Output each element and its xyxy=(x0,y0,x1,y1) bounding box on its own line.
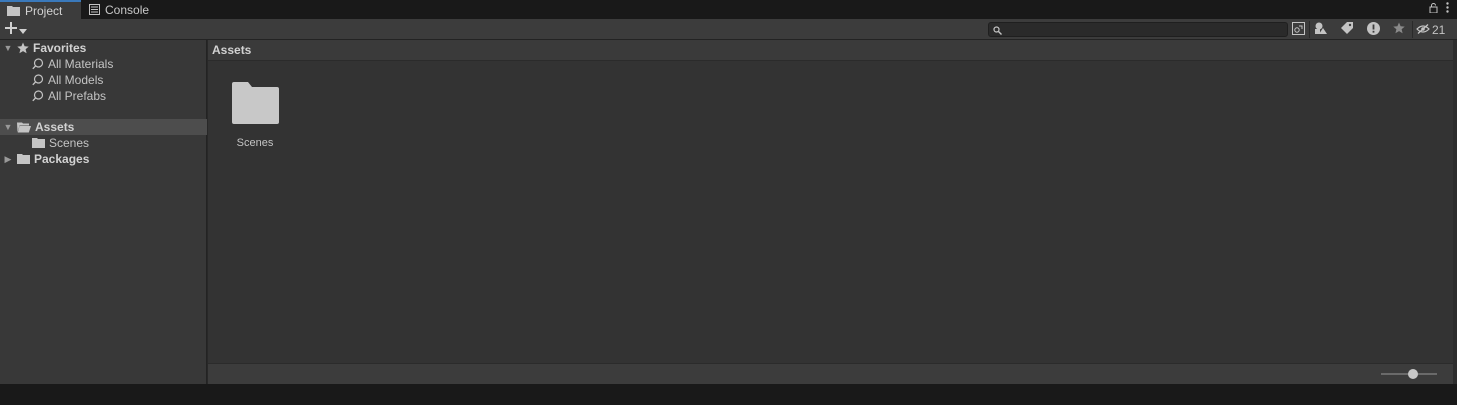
star-icon xyxy=(1393,22,1405,37)
chevron-down-icon xyxy=(19,23,27,37)
collapsed-arrow-icon[interactable]: ▶ xyxy=(3,154,13,165)
expand-arrow-icon[interactable]: ▼ xyxy=(3,122,13,132)
folder-icon xyxy=(32,138,45,148)
asset-name: Scenes xyxy=(236,137,274,149)
folder-icon xyxy=(17,154,30,164)
tree-item-label: Scenes xyxy=(49,136,90,150)
window-controls xyxy=(1429,2,1449,16)
asset-grid-item[interactable]: Scenes xyxy=(226,78,284,154)
filter-by-type-button[interactable] xyxy=(1310,20,1332,39)
asset-browser: Assets Scenes xyxy=(208,40,1457,384)
search-input[interactable] xyxy=(1005,23,1285,36)
tree-item-label: All Models xyxy=(48,73,104,87)
plus-icon xyxy=(5,22,17,37)
warning-icon xyxy=(1366,21,1380,38)
expand-arrow-icon[interactable]: ▼ xyxy=(3,43,13,53)
shapes-icon xyxy=(1314,22,1328,38)
tree-item-label: All Prefabs xyxy=(48,89,107,103)
tree-item-label: Packages xyxy=(34,152,90,166)
tree-item-all-prefabs[interactable]: All Prefabs xyxy=(0,88,207,104)
folder-icon xyxy=(7,5,20,16)
star-icon xyxy=(17,42,29,54)
search-by-scene-button[interactable] xyxy=(1287,20,1309,39)
editor-bottom-bar xyxy=(0,384,1457,405)
project-window: Project Console 21 ▼ Favorites All Mater… xyxy=(0,0,1457,384)
folder-open-icon xyxy=(17,122,31,133)
hidden-packages-count: 21 xyxy=(1432,22,1446,37)
tab-project[interactable]: Project xyxy=(0,0,81,19)
search-icon xyxy=(993,24,1002,38)
search-icon xyxy=(32,74,44,86)
tab-project-label: Project xyxy=(25,3,63,18)
eye-hidden-icon xyxy=(1416,23,1430,37)
folder-icon xyxy=(230,82,280,127)
tree-item-label: Assets xyxy=(35,120,75,134)
filter-by-log-type-button[interactable] xyxy=(1362,20,1384,39)
tree-item-all-materials[interactable]: All Materials xyxy=(0,56,207,72)
create-dropdown-button[interactable] xyxy=(5,21,33,38)
save-search-button[interactable] xyxy=(1388,20,1410,39)
lock-icon[interactable] xyxy=(1429,2,1438,16)
tab-strip: Project Console xyxy=(0,0,1457,19)
scene-search-icon xyxy=(1291,21,1305,38)
icon-size-slider-thumb[interactable] xyxy=(1408,369,1418,379)
breadcrumb-assets[interactable]: Assets xyxy=(212,43,251,57)
status-bar xyxy=(208,363,1453,384)
breadcrumb: Assets xyxy=(208,40,1453,61)
search-field[interactable] xyxy=(988,22,1288,37)
tree-item-favorites[interactable]: ▼ Favorites xyxy=(0,40,207,56)
tree-item-packages[interactable]: ▶ Packages xyxy=(0,151,207,167)
vertical-scrollbar[interactable] xyxy=(1453,40,1457,384)
project-toolbar: 21 xyxy=(0,19,1457,40)
tree-item-all-models[interactable]: All Models xyxy=(0,72,207,88)
tree-item-assets[interactable]: ▼ Assets xyxy=(0,119,207,135)
tab-console-label: Console xyxy=(105,2,150,17)
search-icon xyxy=(32,90,44,102)
toolbar-separator xyxy=(1412,21,1413,38)
tab-console[interactable]: Console xyxy=(81,0,149,19)
console-icon xyxy=(89,4,100,15)
hidden-packages-toggle[interactable]: 21 xyxy=(1416,20,1445,39)
search-icon xyxy=(32,58,44,70)
tree-item-label: Favorites xyxy=(33,41,87,55)
tag-icon xyxy=(1341,22,1353,37)
project-tree: ▼ Favorites All Materials All Models All… xyxy=(0,40,207,384)
filter-by-label-button[interactable] xyxy=(1336,20,1358,39)
more-options-icon[interactable] xyxy=(1446,2,1449,16)
tree-item-scenes[interactable]: Scenes xyxy=(0,135,207,151)
tree-item-label: All Materials xyxy=(48,57,114,71)
